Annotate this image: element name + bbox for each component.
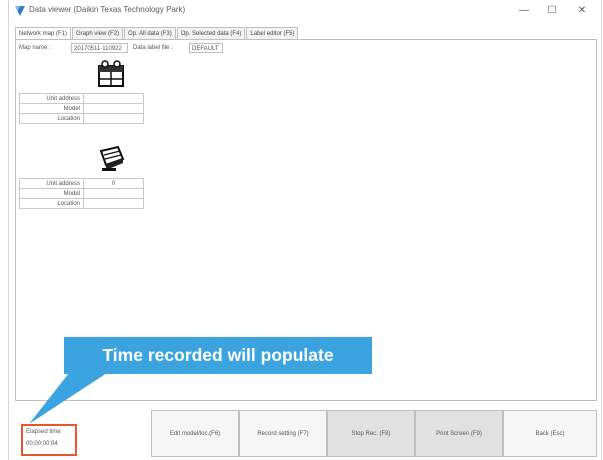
table-row: Unit address — [19, 93, 144, 104]
tab-strip: Network map (F1) Graph view (F2) Op. All… — [15, 27, 299, 39]
stop-rec-button[interactable]: Stop Rec. (F8) — [327, 410, 415, 457]
location-label: Location — [19, 198, 84, 209]
tab-network-map[interactable]: Network map (F1) — [15, 27, 72, 39]
edit-model-loc-button[interactable]: Edit model/loc.(F6) — [151, 410, 239, 457]
model-value — [83, 188, 144, 199]
model-label: Model — [19, 103, 84, 114]
tab-graph-view[interactable]: Graph view (F2) — [72, 27, 124, 39]
map-name-value: 20170511-110922 — [71, 43, 128, 53]
table-row: Model — [19, 103, 144, 114]
unit-address-label: Unit address — [19, 93, 84, 104]
unit-address-label: Unit address — [19, 178, 84, 189]
app-icon — [15, 6, 25, 16]
map-name-label: Map name : — [19, 45, 51, 51]
location-value — [83, 113, 144, 124]
close-button[interactable]: ✕ — [571, 2, 593, 20]
table-row: Unit address 0 — [19, 178, 144, 189]
indoor-unit-icon[interactable] — [96, 145, 126, 173]
unit-address-value — [83, 93, 144, 104]
function-bar: Elapsed time 00:00:00:04 Edit model/loc.… — [15, 410, 599, 459]
unit-address-value: 0 — [83, 178, 144, 189]
location-value — [83, 198, 144, 209]
annotation-callout: Time recorded will populate — [64, 337, 372, 374]
model-label: Model — [19, 188, 84, 199]
back-button[interactable]: Back (Esc) — [503, 410, 597, 457]
elapsed-time-label: Elapsed time — [26, 429, 61, 435]
data-label-file-value: DEFAULT — [189, 43, 223, 53]
record-setting-button[interactable]: Record setting (F7) — [239, 410, 327, 457]
tab-label-editor[interactable]: Label editor (F5) — [246, 27, 299, 39]
window-title: Data viewer (Daikin Texas Technology Par… — [29, 5, 186, 14]
table-row: Model — [19, 188, 144, 199]
elapsed-time-value: 00:00:00:04 — [26, 441, 58, 447]
tab-op-all-data[interactable]: Op. All data (F3) — [124, 27, 176, 39]
print-screen-button[interactable]: Print Screen (F9) — [415, 410, 503, 457]
data-label-file-label: Data label file : — [133, 45, 173, 51]
maximize-button[interactable]: ☐ — [541, 2, 563, 20]
elapsed-time-box: Elapsed time 00:00:00:04 — [21, 424, 77, 456]
table-row: Location — [19, 198, 144, 209]
location-label: Location — [19, 113, 84, 124]
tab-op-selected-data[interactable]: Op. Selected data (F4) — [176, 27, 246, 39]
app-window: Data viewer (Daikin Texas Technology Par… — [8, 0, 602, 460]
table-row: Location — [19, 113, 144, 124]
model-value — [83, 103, 144, 114]
title-bar: Data viewer (Daikin Texas Technology Par… — [9, 0, 601, 22]
minimize-button[interactable]: — — [513, 2, 535, 20]
outdoor-unit-icon[interactable] — [96, 60, 126, 88]
unit-table-2: Unit address 0 Model Location — [19, 178, 144, 209]
unit-table-1: Unit address Model Location — [19, 93, 144, 124]
